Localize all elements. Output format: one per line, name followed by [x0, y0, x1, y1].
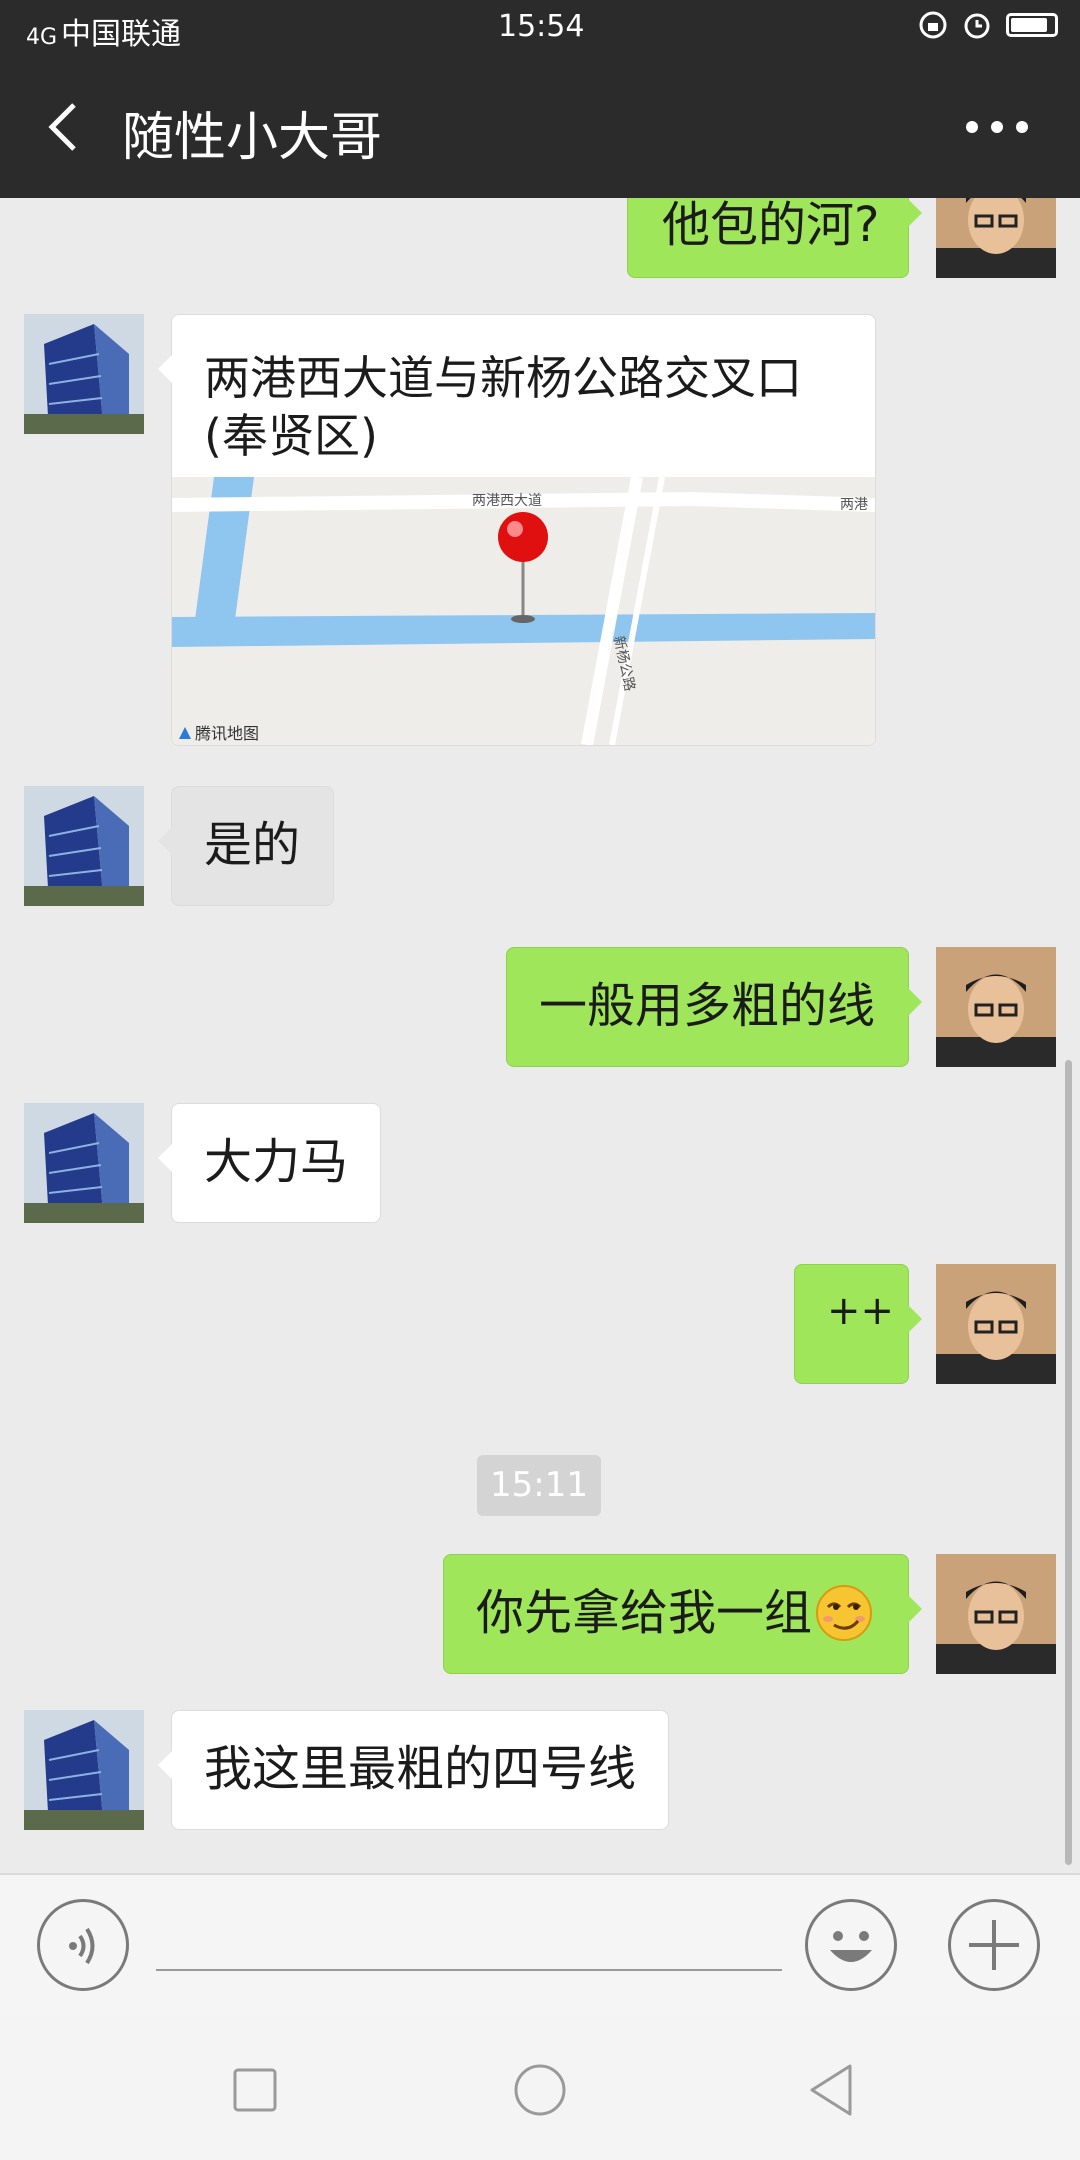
status-icons	[918, 10, 1058, 40]
message-text: 大力马	[204, 1134, 349, 1190]
voice-button[interactable]	[37, 1899, 129, 1991]
tencent-map-logo-icon	[179, 727, 191, 740]
status-time: 15:54	[498, 9, 585, 44]
my-avatar[interactable]	[936, 1264, 1056, 1384]
message-text: 他包的河?	[662, 198, 880, 253]
message-bubble-incoming[interactable]: 我这里最粗的四号线	[158, 1710, 669, 1830]
more-icon[interactable]	[962, 107, 1032, 147]
plus-icon	[969, 1920, 1019, 1970]
chat-area[interactable]: 他包的河? 两港西大道与新杨公路交叉口(奉贤区) 两港西大道 两港 新杨公路 腾…	[0, 198, 1080, 1873]
location-message-card[interactable]: 两港西大道与新杨公路交叉口(奉贤区) 两港西大道 两港 新杨公路 腾讯地图	[158, 314, 876, 746]
rotation-lock-icon	[919, 11, 947, 39]
message-text: 一般用多粗的线	[539, 978, 876, 1034]
message-text: ++	[827, 1288, 895, 1334]
message-input[interactable]	[156, 1895, 782, 1971]
message-bubble-outgoing[interactable]: 你先拿给我一组	[443, 1554, 922, 1674]
contact-avatar[interactable]	[24, 786, 144, 906]
home-circle-icon[interactable]	[510, 2060, 570, 2120]
battery-icon	[1006, 13, 1058, 37]
status-bar: 4G 中国联通 15:54	[0, 0, 1080, 57]
message-text: 你先拿给我一组	[476, 1585, 813, 1641]
map-brand: 腾讯地图	[178, 724, 259, 743]
map-road-label-1: 两港西大道	[472, 492, 542, 508]
signal-icon: 4G	[26, 25, 58, 50]
carrier-label: 中国联通	[61, 17, 182, 52]
map-pin-shadow	[511, 615, 535, 623]
message-text: 是的	[204, 817, 301, 873]
voice-icon	[69, 1927, 95, 1965]
contact-avatar[interactable]	[24, 314, 144, 434]
alarm-icon	[964, 13, 990, 39]
location-address: 两港西大道与新杨公路交叉口(奉贤区)	[204, 351, 802, 463]
carrier-info: 4G 中国联通	[26, 9, 181, 53]
message-input-bar	[0, 1873, 1080, 2015]
my-avatar[interactable]	[936, 198, 1056, 278]
chat-scrollbar[interactable]	[1065, 1060, 1072, 1865]
map-graphic: 两港西大道 两港 新杨公路	[172, 477, 875, 745]
message-text: 我这里最粗的四号线	[204, 1741, 637, 1797]
my-avatar[interactable]	[936, 1554, 1056, 1674]
message-bubble-outgoing[interactable]: ++	[794, 1264, 922, 1384]
my-avatar[interactable]	[936, 947, 1056, 1067]
message-bubble-outgoing[interactable]: 一般用多粗的线	[506, 947, 922, 1067]
back-triangle-icon[interactable]	[800, 2060, 860, 2120]
back-arrow-icon[interactable]	[38, 97, 98, 157]
map-pin-head	[498, 512, 548, 562]
more-functions-button[interactable]	[948, 1899, 1040, 1991]
contact-avatar[interactable]	[24, 1103, 144, 1223]
smiley-icon	[830, 1931, 872, 1962]
map-road-label-1b: 两港	[840, 496, 868, 512]
contact-avatar[interactable]	[24, 1710, 144, 1830]
chat-title: 随性小大哥	[122, 108, 383, 168]
emoji-button[interactable]	[805, 1899, 897, 1991]
message-bubble-outgoing[interactable]: 他包的河?	[627, 198, 922, 278]
recent-apps-square-icon[interactable]	[225, 2060, 285, 2120]
chat-timestamp: 15:11	[477, 1455, 601, 1516]
system-nav-bar	[0, 2015, 1080, 2160]
chat-header: 随性小大哥	[0, 57, 1080, 198]
smirk-emoji-icon	[816, 1585, 873, 1641]
message-bubble-incoming[interactable]: 是的	[158, 786, 334, 906]
location-map[interactable]: 两港西大道 两港 新杨公路 腾讯地图	[172, 477, 875, 745]
message-bubble-incoming[interactable]: 大力马	[158, 1103, 381, 1223]
